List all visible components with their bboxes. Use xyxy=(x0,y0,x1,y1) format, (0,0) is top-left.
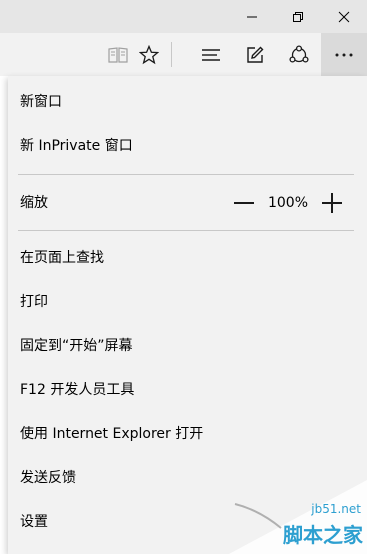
watermark-site: jb51.net xyxy=(311,502,361,516)
reading-view-icon xyxy=(108,46,128,63)
watermark-name: 脚本之家 xyxy=(283,523,363,547)
menu-item-f12-developer-tools[interactable]: F12 开发人员工具 xyxy=(8,368,367,412)
menu-item-label: F12 开发人员工具 xyxy=(20,382,135,398)
minimize-icon xyxy=(247,16,257,17)
menu-item-label: 发送反馈 xyxy=(20,470,76,486)
menu-item-label: 在页面上查找 xyxy=(20,250,104,266)
page-content-edge xyxy=(0,76,8,554)
close-icon xyxy=(338,11,350,22)
menu-separator xyxy=(18,230,354,231)
share-button[interactable] xyxy=(277,33,321,76)
zoom-in-button[interactable] xyxy=(322,193,342,213)
zoom-label: 缩放 xyxy=(20,195,48,211)
web-note-icon xyxy=(247,46,264,63)
share-icon xyxy=(289,44,309,63)
menu-item-open-with-ie[interactable]: 使用 Internet Explorer 打开 xyxy=(8,412,367,456)
favorite-button[interactable] xyxy=(127,33,171,76)
menu-item-find-on-page[interactable]: 在页面上查找 xyxy=(8,236,367,280)
menu-separator xyxy=(18,174,354,175)
more-actions-button[interactable] xyxy=(321,33,367,76)
menu-item-new-inprivate-window[interactable]: 新 InPrivate 窗口 xyxy=(8,124,367,168)
menu-item-label: 打印 xyxy=(20,294,48,310)
menu-item-zoom: 缩放 100% xyxy=(8,181,367,225)
more-icon xyxy=(335,53,353,56)
menu-item-pin-to-start[interactable]: 固定到“开始”屏幕 xyxy=(8,324,367,368)
restore-icon xyxy=(293,11,303,22)
title-bar xyxy=(0,0,367,33)
browser-toolbar xyxy=(0,33,367,76)
restore-button[interactable] xyxy=(275,0,321,33)
hub-button[interactable] xyxy=(189,33,233,76)
menu-item-new-window[interactable]: 新窗口 xyxy=(8,80,367,124)
watermark: jb51.net 脚本之家 xyxy=(229,480,367,554)
menu-item-label: 设置 xyxy=(20,514,48,530)
zoom-out-button[interactable] xyxy=(234,194,254,212)
hub-icon xyxy=(202,48,220,61)
menu-item-label: 固定到“开始”屏幕 xyxy=(20,338,133,354)
menu-item-label: 新窗口 xyxy=(20,94,62,110)
zoom-level: 100% xyxy=(267,195,309,211)
menu-item-label: 新 InPrivate 窗口 xyxy=(20,138,133,154)
toolbar-separator xyxy=(171,42,172,67)
close-window-button[interactable] xyxy=(321,0,367,33)
minimize-button[interactable] xyxy=(229,0,275,33)
menu-item-label: 使用 Internet Explorer 打开 xyxy=(20,426,204,442)
web-note-button[interactable] xyxy=(233,33,277,76)
menu-item-print[interactable]: 打印 xyxy=(8,280,367,324)
star-icon xyxy=(139,44,159,64)
